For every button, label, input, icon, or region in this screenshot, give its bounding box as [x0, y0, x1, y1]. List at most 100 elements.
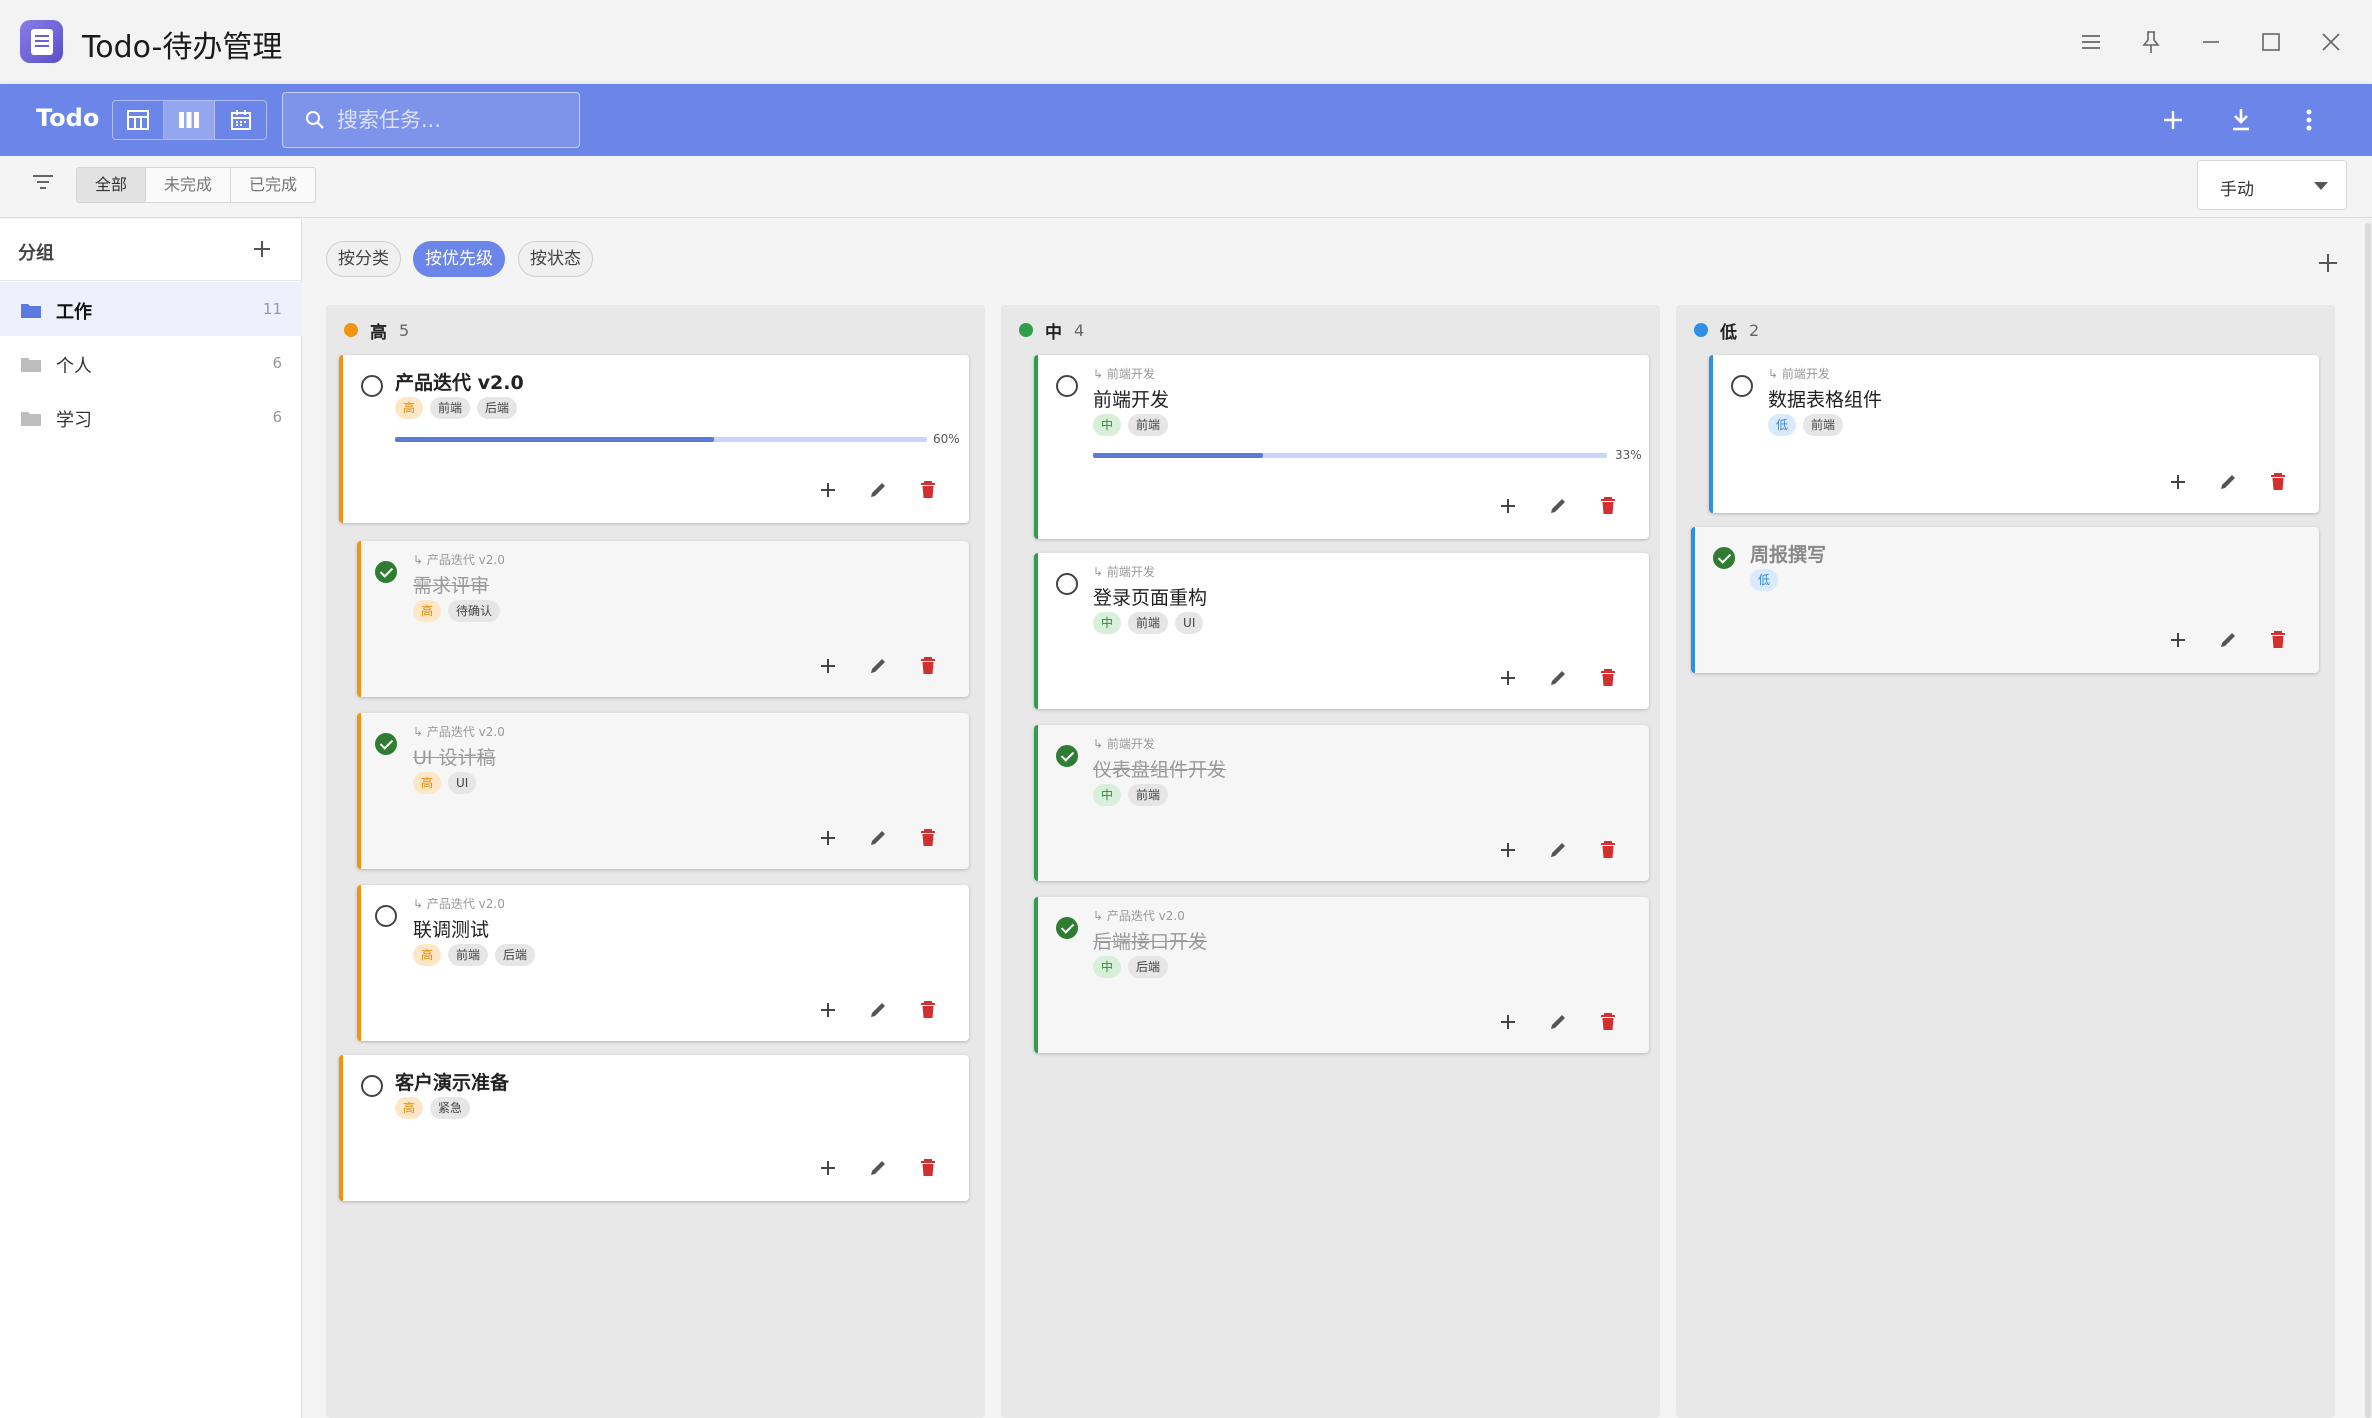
- tag: 后端: [477, 397, 518, 419]
- scrollbar-thumb[interactable]: [2365, 223, 2371, 1418]
- more-options-button[interactable]: [2289, 100, 2329, 140]
- edit-button[interactable]: [853, 1151, 903, 1185]
- edit-button[interactable]: [2203, 465, 2253, 499]
- download-button[interactable]: [2221, 100, 2261, 140]
- task-card[interactable]: ↳ 前端开发 登录页面重构 中 前端 UI: [1034, 553, 1649, 709]
- sidebar-item-personal[interactable]: 个人 6: [0, 336, 302, 390]
- task-card[interactable]: ↳ 产品迭代 v2.0 后端接口开发 中 后端: [1034, 897, 1649, 1053]
- maximize-icon[interactable]: [2251, 22, 2291, 62]
- delete-button[interactable]: [903, 473, 953, 507]
- table-view-button[interactable]: [113, 101, 164, 139]
- task-checkbox[interactable]: [1056, 573, 1078, 595]
- group-count: 6: [272, 354, 282, 372]
- task-checkbox-checked[interactable]: [1713, 547, 1735, 569]
- task-card[interactable]: 客户演示准备 高 紧急: [339, 1055, 969, 1201]
- add-subtask-button[interactable]: [803, 1151, 853, 1185]
- add-task-button[interactable]: [2153, 100, 2193, 140]
- task-checkbox-checked[interactable]: [1056, 745, 1078, 767]
- edit-button[interactable]: [1533, 661, 1583, 695]
- plus-icon: [254, 241, 270, 257]
- edit-button[interactable]: [853, 649, 903, 683]
- edit-button[interactable]: [853, 473, 903, 507]
- task-card[interactable]: 周报撰写 低: [1691, 527, 2319, 673]
- add-subtask-button[interactable]: [803, 821, 853, 855]
- delete-button[interactable]: [903, 649, 953, 683]
- add-group-button[interactable]: [246, 233, 278, 265]
- delete-button[interactable]: [1583, 661, 1633, 695]
- window-title: Todo-待办管理: [82, 30, 283, 65]
- delete-button[interactable]: [1583, 489, 1633, 523]
- edit-button[interactable]: [1533, 1005, 1583, 1039]
- trash-icon: [921, 1159, 935, 1176]
- add-column-button[interactable]: [2310, 245, 2346, 281]
- groupby-priority[interactable]: 按优先级: [413, 241, 505, 277]
- sidebar-item-study[interactable]: 学习 6: [0, 390, 302, 444]
- task-checkbox[interactable]: [1731, 375, 1753, 397]
- edit-button[interactable]: [853, 821, 903, 855]
- task-card[interactable]: 产品迭代 v2.0 高 前端 后端 60%: [339, 355, 969, 523]
- add-subtask-button[interactable]: [803, 473, 853, 507]
- edit-button[interactable]: [2203, 623, 2253, 657]
- board-scrollbar[interactable]: [2364, 219, 2372, 1418]
- task-checkbox[interactable]: [361, 375, 383, 397]
- task-checkbox-checked[interactable]: [375, 561, 397, 583]
- filter-incomplete[interactable]: 未完成: [146, 168, 232, 202]
- groupby-status[interactable]: 按状态: [518, 241, 593, 277]
- filter-completed[interactable]: 已完成: [231, 168, 315, 202]
- column-header: 高 5: [344, 317, 409, 343]
- groupby-category[interactable]: 按分类: [326, 241, 401, 277]
- priority-tag: 中: [1093, 414, 1122, 436]
- add-subtask-button[interactable]: [1483, 833, 1533, 867]
- sort-select[interactable]: 手动: [2197, 160, 2347, 210]
- task-checkbox-checked[interactable]: [375, 733, 397, 755]
- delete-button[interactable]: [903, 821, 953, 855]
- subtask-card[interactable]: ↳ 产品迭代 v2.0 UI 设计稿 高 UI: [357, 713, 969, 869]
- tag: 后端: [495, 944, 536, 966]
- search-box[interactable]: [282, 92, 580, 148]
- task-checkbox[interactable]: [375, 905, 397, 927]
- add-subtask-button[interactable]: [1483, 661, 1533, 695]
- task-checkbox[interactable]: [361, 1075, 383, 1097]
- task-checkbox-checked[interactable]: [1056, 917, 1078, 939]
- task-card[interactable]: ↳ 前端开发 仪表盘组件开发 中 前端: [1034, 725, 1649, 881]
- add-subtask-button[interactable]: [1483, 489, 1533, 523]
- add-subtask-button[interactable]: [803, 649, 853, 683]
- add-subtask-button[interactable]: [1483, 1005, 1533, 1039]
- add-subtask-button[interactable]: [2153, 623, 2203, 657]
- task-card[interactable]: ↳ 前端开发 数据表格组件 低 前端: [1709, 355, 2319, 513]
- task-checkbox[interactable]: [1056, 375, 1078, 397]
- task-card[interactable]: ↳ 前端开发 前端开发 中 前端 33%: [1034, 355, 1649, 539]
- board-view-button[interactable]: [164, 101, 215, 139]
- close-icon[interactable]: [2311, 22, 2351, 62]
- task-title: 联调测试: [413, 919, 490, 941]
- subtask-card[interactable]: ↳ 产品迭代 v2.0 需求评审 高 待确认: [357, 541, 969, 697]
- delete-button[interactable]: [2253, 623, 2303, 657]
- task-tags: 高 前端 后端: [413, 944, 542, 966]
- search-input[interactable]: [337, 108, 567, 132]
- pin-icon[interactable]: [2131, 22, 2171, 62]
- add-subtask-button[interactable]: [2153, 465, 2203, 499]
- column-name: 高: [370, 322, 387, 343]
- task-progress-fill: [395, 437, 715, 442]
- delete-button[interactable]: [903, 993, 953, 1027]
- add-subtask-button[interactable]: [803, 993, 853, 1027]
- sidebar-item-work[interactable]: 工作 11: [0, 282, 302, 336]
- delete-button[interactable]: [2253, 465, 2303, 499]
- edit-button[interactable]: [1533, 833, 1583, 867]
- table-view-icon: [127, 110, 149, 130]
- filter-all[interactable]: 全部: [77, 168, 147, 202]
- app-logo-icon: [20, 20, 63, 63]
- delete-button[interactable]: [1583, 1005, 1633, 1039]
- delete-button[interactable]: [1583, 833, 1633, 867]
- menu-icon[interactable]: [2071, 22, 2111, 62]
- calendar-view-button[interactable]: [215, 101, 266, 139]
- filter-icon[interactable]: [32, 173, 54, 195]
- subtask-card[interactable]: ↳ 产品迭代 v2.0 联调测试 高 前端 后端: [357, 885, 969, 1041]
- minimize-icon[interactable]: [2191, 22, 2231, 62]
- edit-button[interactable]: [853, 993, 903, 1027]
- delete-button[interactable]: [903, 1151, 953, 1185]
- edit-button[interactable]: [1533, 489, 1583, 523]
- trash-icon: [921, 829, 935, 846]
- trash-icon: [1601, 841, 1615, 858]
- tag: UI: [448, 772, 477, 794]
